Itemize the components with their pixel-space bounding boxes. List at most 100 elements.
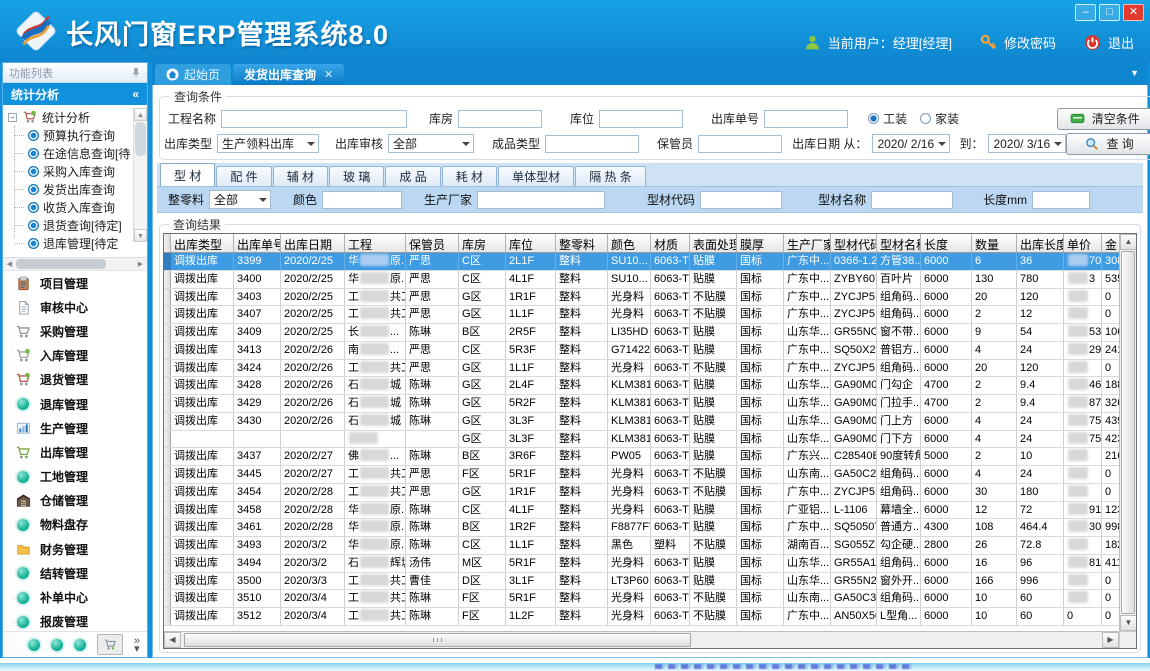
table-cell[interactable]: G区 [459, 306, 506, 323]
table-cell[interactable]: 6063-T5 [651, 253, 690, 270]
table-row[interactable]: 调拨出库35002020/3/3工共工程曹佳D区3L1F整料LT3P606063… [164, 573, 1119, 591]
table-row[interactable]: 调拨出库35102020/3/4工共工程陈琳F区5R1F整料光身料6063-T5… [164, 590, 1119, 608]
table-cell[interactable]: 0 [1102, 573, 1119, 590]
table-cell[interactable]: 调拨出库 [171, 324, 234, 341]
scroll-down-icon[interactable]: ▼ [1120, 615, 1137, 631]
table-cell[interactable]: SG055Z [831, 537, 877, 554]
table-cell[interactable]: 75 [1064, 431, 1102, 448]
table-cell[interactable]: 湖南百... [784, 537, 831, 554]
table-cell[interactable] [1064, 590, 1102, 607]
table-cell[interactable]: 长... [345, 324, 406, 341]
table-cell[interactable]: 0 [1102, 360, 1119, 377]
table-cell[interactable]: 整料 [556, 395, 608, 412]
table-cell[interactable]: 411 [1102, 555, 1119, 572]
table-cell[interactable]: 国标 [737, 502, 784, 519]
table-cell[interactable]: 山东华... [784, 377, 831, 394]
table-cell[interactable]: 石辉城 [345, 555, 406, 572]
table-cell[interactable]: 6063-T5 [651, 413, 690, 430]
sidebar-menu-item[interactable]: 退库管理 [3, 392, 147, 416]
column-header[interactable]: 出库类型 [171, 234, 234, 252]
table-cell[interactable]: 6063-T5 [651, 608, 690, 625]
table-cell[interactable]: 组角码... [877, 555, 921, 572]
table-cell[interactable]: 严思 [406, 306, 459, 323]
table-cell[interactable]: 2020/2/26 [281, 395, 345, 412]
table-cell[interactable]: 12 [1017, 306, 1064, 323]
table-cell[interactable]: 6000 [921, 413, 972, 430]
row-header[interactable] [164, 590, 171, 607]
table-cell[interactable]: 陈琳 [406, 324, 459, 341]
table-cell[interactable]: 国标 [737, 555, 784, 572]
table-cell[interactable]: GA90M07. [831, 395, 877, 412]
row-header[interactable] [164, 342, 171, 359]
table-cell[interactable]: KLM3817 [608, 431, 651, 448]
table-cell[interactable]: 贴膜 [690, 502, 737, 519]
table-cell[interactable]: 贴膜 [690, 431, 737, 448]
table-cell[interactable]: 贴膜 [690, 324, 737, 341]
table-row[interactable]: 调拨出库34242020/2/26工共工程严思G区1L1F整料光身料6063-T… [164, 360, 1119, 378]
statistics-section-header[interactable]: 统计分析 « [3, 83, 147, 105]
table-cell[interactable]: 6000 [921, 502, 972, 519]
table-cell[interactable]: F区 [459, 466, 506, 483]
table-cell[interactable]: 72 [1017, 502, 1064, 519]
table-row[interactable]: G区3L3F整料KLM38176063-T5贴膜国标山东华...GA90M09.… [164, 431, 1119, 449]
table-cell[interactable] [281, 431, 345, 448]
table-cell[interactable]: F8877FT [608, 519, 651, 536]
table-cell[interactable]: 调拨出库 [171, 271, 234, 288]
row-header[interactable] [164, 360, 171, 377]
table-cell[interactable]: 整料 [556, 289, 608, 306]
tree-vertical-scrollbar[interactable]: ▲ ▼ [133, 108, 147, 242]
table-cell[interactable]: 60 [1017, 590, 1064, 607]
row-header[interactable] [164, 448, 171, 465]
table-row[interactable]: 调拨出库34292020/2/26石城陈琳G区5R2F整料KLM38176063… [164, 395, 1119, 413]
table-cell[interactable]: 广亚铝... [784, 502, 831, 519]
table-cell[interactable]: 整料 [556, 519, 608, 536]
table-cell[interactable]: ZYCJP5... [831, 289, 877, 306]
table-cell[interactable]: 0 [1102, 484, 1119, 501]
table-cell[interactable]: 整料 [556, 271, 608, 288]
table-cell[interactable]: 780 [1017, 271, 1064, 288]
row-header[interactable] [164, 555, 171, 572]
table-cell[interactable]: 4 [972, 431, 1017, 448]
scroll-thumb[interactable] [184, 633, 691, 647]
table-cell[interactable]: 汤伟 [406, 555, 459, 572]
table-cell[interactable]: KLM3817 [608, 395, 651, 412]
table-cell[interactable]: 严思 [406, 253, 459, 270]
table-cell[interactable]: 6000 [921, 324, 972, 341]
table-cell[interactable]: GA90M06. [831, 377, 877, 394]
profile-name-input[interactable] [871, 191, 953, 209]
table-cell[interactable]: 2972 [1064, 342, 1102, 359]
table-row[interactable]: 调拨出库34582020/2/28华原...陈琳C区4L1F整料光身料6063-… [164, 502, 1119, 520]
table-cell[interactable]: 2800 [921, 537, 972, 554]
table-cell[interactable]: KLM3817 [608, 413, 651, 430]
table-cell[interactable]: SU10... [608, 271, 651, 288]
table-cell[interactable]: 6000 [921, 431, 972, 448]
table-cell[interactable]: 6063-T5 [651, 573, 690, 590]
table-cell[interactable]: 严思 [406, 271, 459, 288]
color-input[interactable] [322, 191, 402, 209]
column-header[interactable]: 数量 [972, 234, 1017, 252]
table-cell[interactable]: 整料 [556, 590, 608, 607]
length-input[interactable] [1032, 191, 1090, 209]
table-cell[interactable]: 2020/2/27 [281, 466, 345, 483]
table-cell[interactable]: 整料 [556, 573, 608, 590]
table-cell[interactable]: GR55A11 [831, 555, 877, 572]
table-cell[interactable]: 华原... [345, 519, 406, 536]
table-cell[interactable]: 山东华... [784, 395, 831, 412]
table-cell[interactable]: 3494 [234, 555, 281, 572]
table-cell[interactable]: 华原... [345, 537, 406, 554]
table-cell[interactable]: 3445 [234, 466, 281, 483]
table-cell[interactable]: 不贴膜 [690, 306, 737, 323]
table-cell[interactable] [1064, 573, 1102, 590]
column-header[interactable]: 型材名称 [877, 234, 921, 252]
table-cell[interactable]: 423 [1102, 431, 1119, 448]
table-cell[interactable]: 6000 [921, 253, 972, 270]
table-cell[interactable]: 山东华... [784, 324, 831, 341]
table-cell[interactable]: SQ50X2... [831, 342, 877, 359]
table-cell[interactable]: 2R5F [506, 324, 556, 341]
table-cell[interactable]: 9.4 [1017, 377, 1064, 394]
table-cell[interactable]: GA90M08. [831, 413, 877, 430]
table-cell[interactable]: 3430 [234, 413, 281, 430]
table-cell[interactable]: 整料 [556, 413, 608, 430]
table-cell[interactable]: 调拨出库 [171, 377, 234, 394]
table-cell[interactable]: 20 [972, 360, 1017, 377]
